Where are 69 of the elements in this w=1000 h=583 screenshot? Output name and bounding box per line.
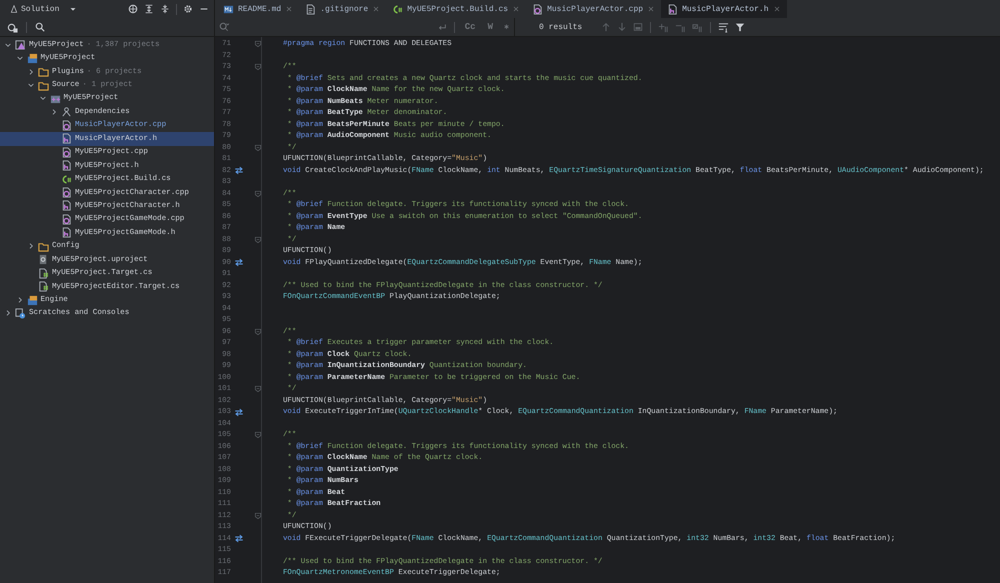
cpp-file-icon bbox=[532, 4, 544, 14]
project-file-icon bbox=[38, 254, 49, 266]
crosshair-icon[interactable] bbox=[128, 4, 138, 14]
folder-icon bbox=[38, 80, 49, 91]
settings-icon[interactable] bbox=[183, 4, 193, 14]
chevron-icon[interactable] bbox=[16, 54, 24, 62]
header-file-icon bbox=[667, 4, 678, 14]
expand-all-icon[interactable] bbox=[144, 4, 154, 14]
editor-tab[interactable]: MyUE5Project.Build.cs bbox=[386, 0, 526, 18]
fold-icon[interactable] bbox=[254, 385, 262, 394]
fold-icon[interactable] bbox=[254, 431, 262, 440]
close-icon[interactable] bbox=[647, 5, 656, 13]
filter-icon[interactable] bbox=[735, 22, 746, 32]
fold-icon[interactable] bbox=[254, 190, 262, 198]
csharp-file-icon bbox=[38, 268, 49, 279]
editor-tab[interactable]: README.md bbox=[217, 0, 300, 18]
cpp-file-icon bbox=[61, 214, 72, 225]
fold-icon[interactable] bbox=[254, 40, 262, 48]
header-file-icon bbox=[61, 200, 72, 212]
document-icon bbox=[305, 4, 316, 14]
regex-icon[interactable] bbox=[502, 22, 511, 32]
solution-icon bbox=[10, 5, 18, 13]
wrap-icon bbox=[436, 22, 447, 32]
close-icon[interactable] bbox=[512, 5, 520, 13]
editor-tab[interactable]: .gitignore bbox=[299, 0, 386, 18]
solution-icon bbox=[15, 39, 26, 50]
project-icon bbox=[26, 52, 38, 64]
view-dropdown[interactable]: Solution bbox=[10, 4, 78, 14]
fold-icon[interactable] bbox=[254, 512, 262, 520]
cpp-file-icon bbox=[61, 187, 72, 198]
chevron-icon[interactable] bbox=[27, 68, 35, 76]
close-icon[interactable] bbox=[772, 5, 780, 13]
cpp-file-icon bbox=[61, 146, 72, 158]
results-count: 0 results bbox=[539, 22, 582, 32]
folder-icon bbox=[38, 240, 49, 252]
editor-tab[interactable]: MusicPlayerActor.cpp bbox=[526, 0, 662, 18]
search-icon[interactable] bbox=[35, 22, 45, 32]
document-icon bbox=[223, 4, 234, 14]
chevron-icon[interactable] bbox=[50, 108, 58, 116]
csharp-file-icon bbox=[392, 4, 404, 14]
chevron-icon[interactable] bbox=[27, 242, 35, 250]
chevron-icon[interactable] bbox=[4, 309, 12, 318]
swap-arrows-icon[interactable] bbox=[234, 258, 244, 268]
csharp-file-icon bbox=[61, 174, 72, 185]
chevron-icon[interactable] bbox=[38, 94, 46, 102]
header-file-icon bbox=[61, 133, 72, 144]
scratches-icon bbox=[15, 308, 26, 319]
cpp-file-icon bbox=[61, 120, 72, 131]
search-icon bbox=[219, 22, 229, 32]
swap-arrows-icon[interactable] bbox=[234, 534, 244, 544]
chevron-icon[interactable] bbox=[27, 81, 35, 90]
close-icon[interactable] bbox=[285, 5, 294, 13]
swap-arrows-icon[interactable] bbox=[234, 166, 244, 176]
dependencies-icon bbox=[61, 106, 72, 118]
header-file-icon bbox=[61, 160, 72, 172]
fold-icon[interactable] bbox=[254, 236, 262, 244]
lines-icon[interactable] bbox=[718, 22, 730, 32]
close-icon[interactable] bbox=[372, 5, 380, 13]
fold-icon[interactable] bbox=[254, 144, 262, 152]
editor-tab[interactable]: MusicPlayerActor.h bbox=[661, 0, 786, 18]
header-file-icon bbox=[61, 227, 72, 238]
fold-icon[interactable] bbox=[254, 328, 262, 336]
csharp-file-icon bbox=[38, 281, 49, 292]
swap-arrows-icon[interactable] bbox=[234, 408, 244, 417]
eye-settings-icon[interactable] bbox=[7, 22, 18, 32]
collapse-all-icon[interactable] bbox=[160, 4, 170, 14]
folder-icon bbox=[38, 66, 49, 78]
fold-icon[interactable] bbox=[254, 63, 262, 72]
project-icon bbox=[26, 294, 38, 306]
